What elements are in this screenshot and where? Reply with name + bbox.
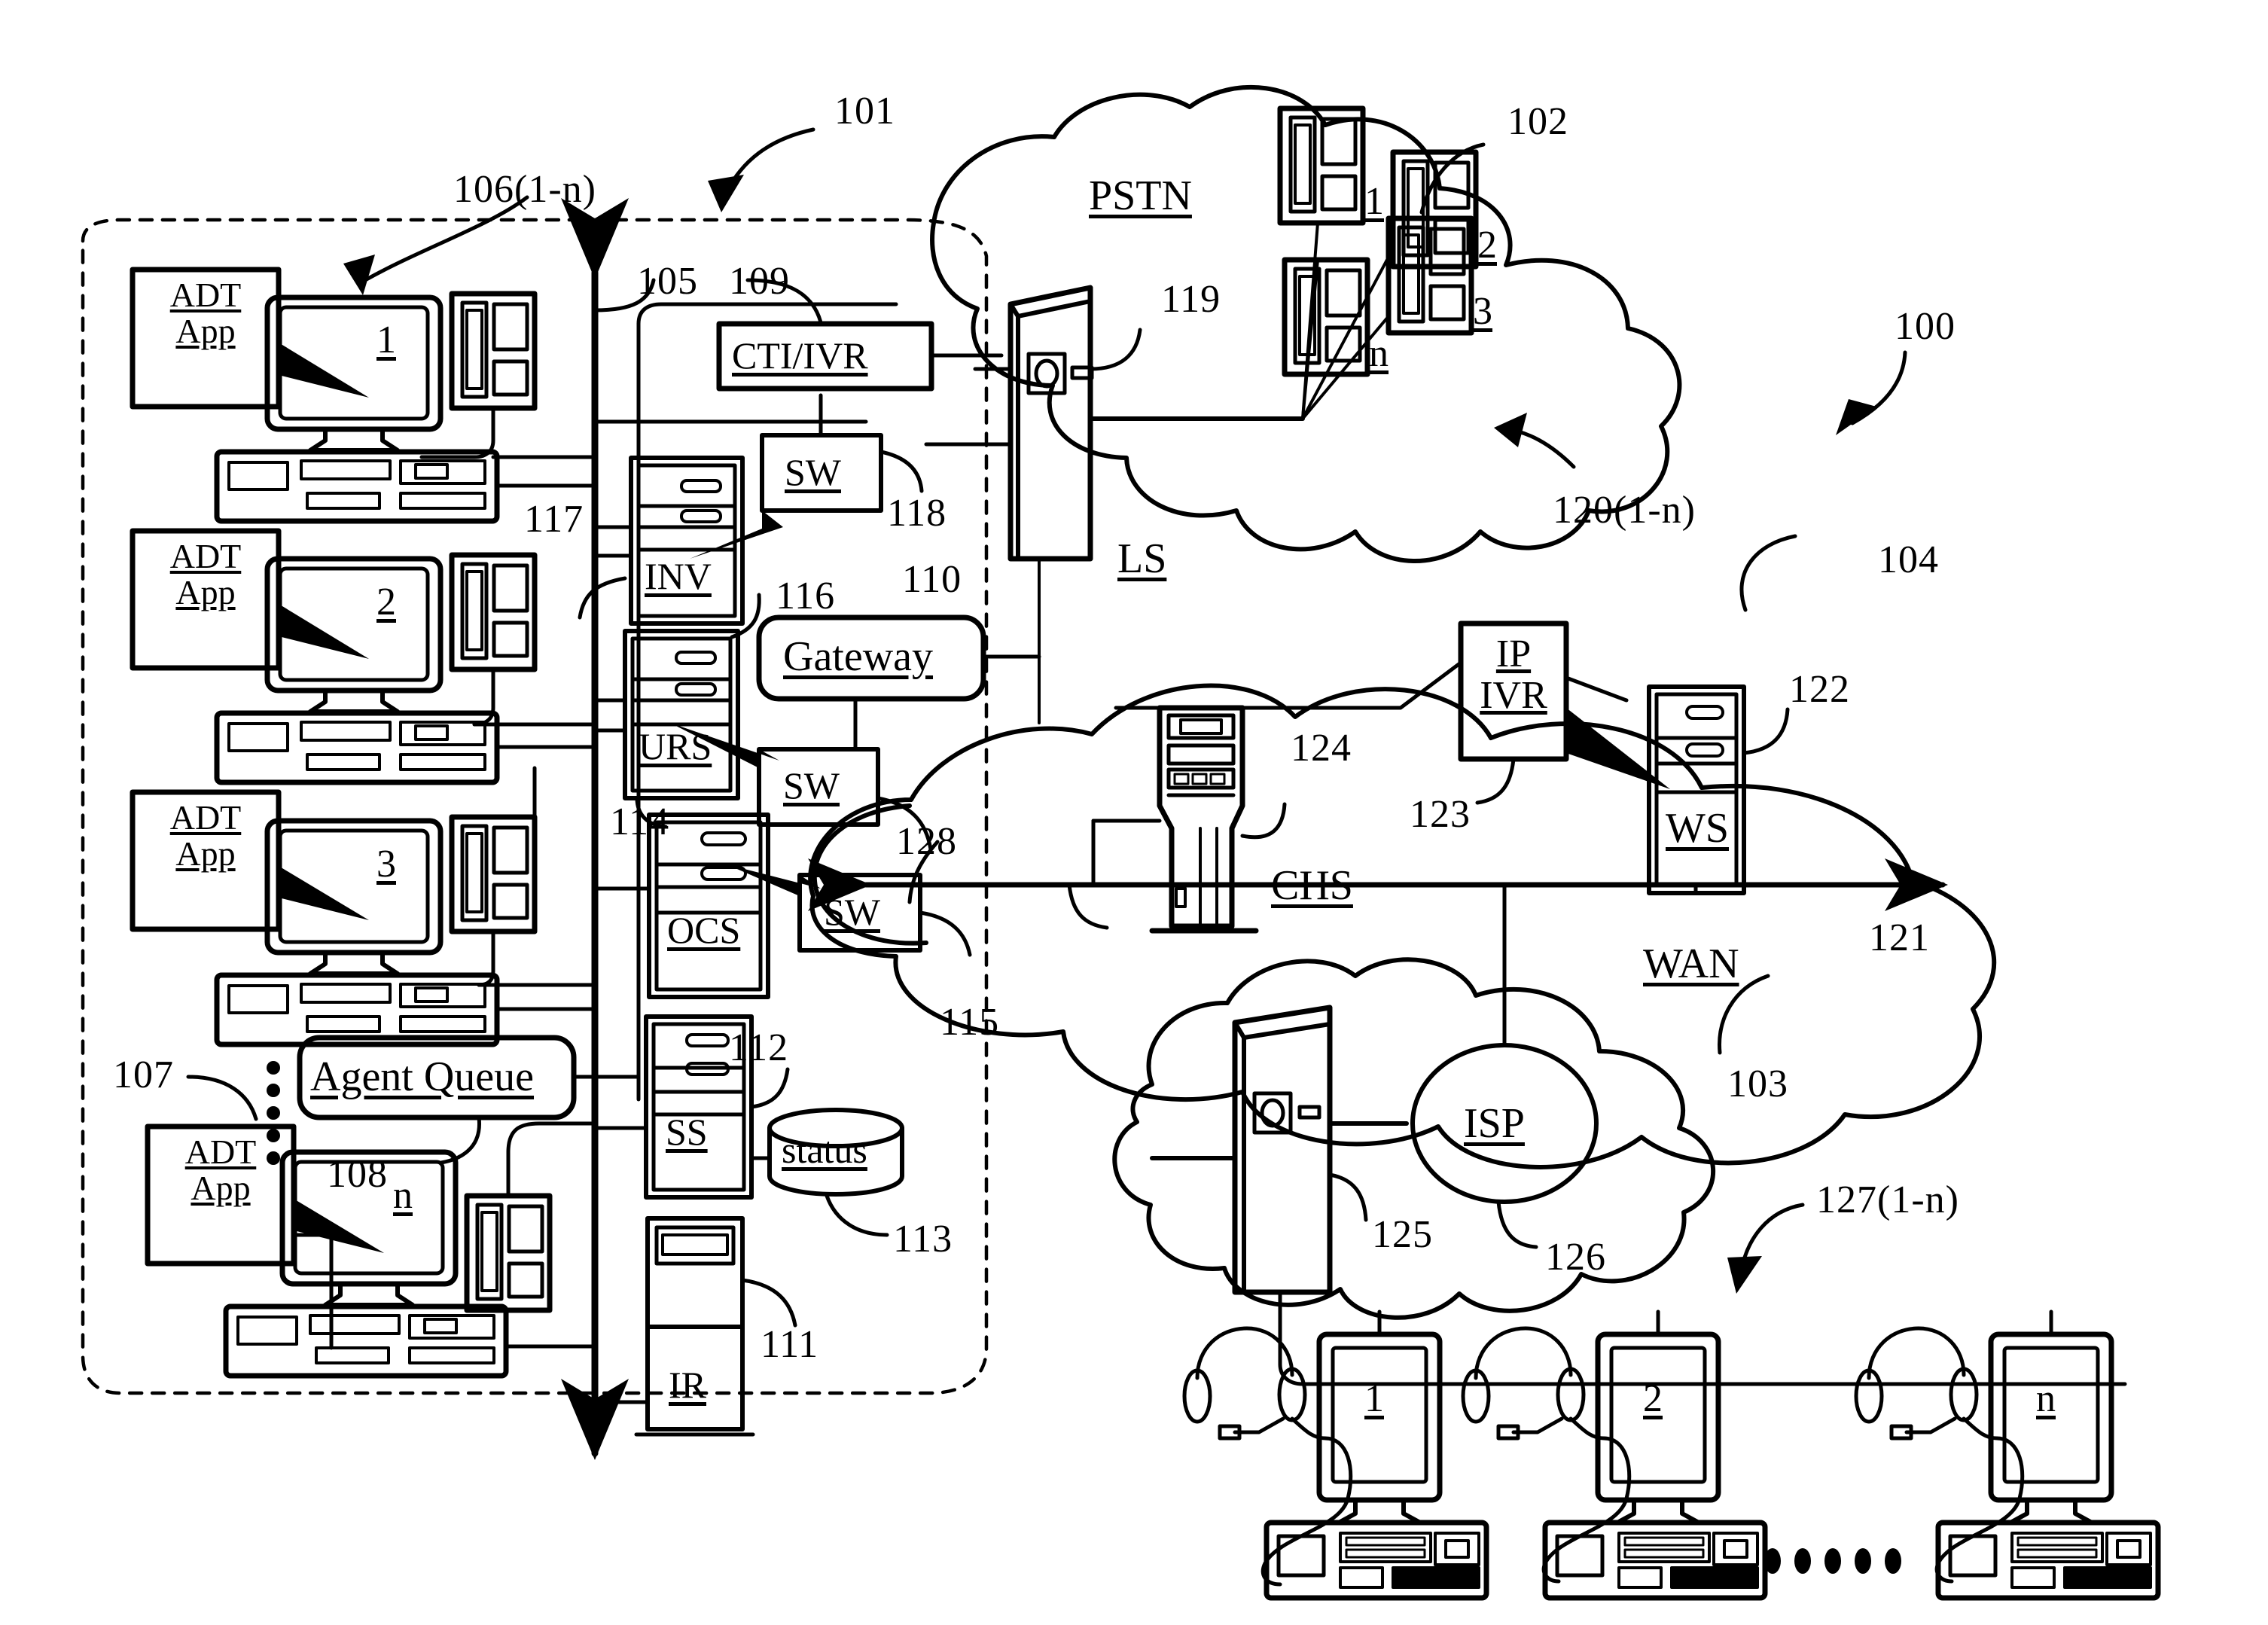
server-inv-label[interactable]: INV (645, 554, 712, 598)
ip-ivr-label-2[interactable]: IVR (1480, 674, 1547, 717)
ref-104-wan: 104 (1878, 538, 1939, 581)
chs-label[interactable]: CHS (1271, 861, 1353, 910)
patent-figure-sheet: 101 100 106(1-n) 105 109 107 108 ADT App… (0, 0, 2268, 1625)
ref-112-ocs: 112 (729, 1026, 789, 1069)
ref-119-ls: 119 (1161, 278, 1221, 321)
ref-116-gateway: 116 (776, 575, 836, 617)
client-screen-number-2: 2 (1643, 1377, 1663, 1420)
adt-app-callout-1: ADT App (140, 276, 271, 351)
ref-105-bus: 105 (637, 260, 698, 303)
agent-screen-number-3: 3 (376, 843, 396, 886)
ref-100: 100 (1895, 305, 1956, 348)
ref-101: 101 (834, 90, 895, 133)
switch-sw-low-label[interactable]: SW (824, 890, 880, 934)
ws-label[interactable]: WS (1666, 804, 1729, 852)
ref-107: 107 (113, 1053, 174, 1096)
ref-106-1-n: 106(1-n) (453, 168, 596, 211)
ref-122-ws: 122 (1789, 668, 1850, 711)
adt-label-na: ADT (184, 1133, 257, 1171)
adt-label-3a: ADT (169, 798, 242, 837)
adt-app-callout-3: ADT App (140, 798, 271, 873)
switch-sw-top-label[interactable]: SW (785, 450, 841, 494)
ref-126-isp: 126 (1545, 1236, 1606, 1279)
pstn-phone-number-1: 1 (1364, 180, 1384, 223)
agent-screen-number-n: n (393, 1174, 413, 1217)
ref-111-ir: 111 (761, 1323, 819, 1366)
server-ss-label[interactable]: SS (666, 1110, 708, 1154)
agent-screen-number-2: 2 (376, 581, 396, 623)
diagram-vector-layer (81, 85, 2161, 1601)
agent-screen-number-1: 1 (376, 319, 396, 361)
ip-ivr-callout: IP IVR (1467, 633, 1560, 717)
isp-label[interactable]: ISP (1464, 1099, 1525, 1148)
ref-125-edge-server: 125 (1372, 1213, 1433, 1256)
adt-label-2a: ADT (169, 537, 242, 575)
client-screen-number-1: 1 (1364, 1377, 1384, 1420)
pstn-phone-number-3: 3 (1473, 290, 1492, 333)
ref-120-phones: 120(1-n) (1553, 489, 1696, 532)
server-ir-label[interactable]: IR (669, 1363, 706, 1407)
ref-128-link: 128 (896, 820, 957, 863)
ref-114-urs: 114 (610, 800, 670, 843)
adt-label-1b: App (175, 312, 236, 351)
ref-121-wan-bus: 121 (1869, 916, 1930, 959)
client-screen-number-n: n (2036, 1377, 2056, 1420)
ref-110-gateway-link: 110 (902, 558, 962, 601)
ref-127-clients: 127(1-n) (1816, 1178, 1959, 1221)
server-urs-label[interactable]: URS (639, 724, 712, 768)
ref-123-ip-ivr: 123 (1410, 793, 1471, 836)
pstn-cloud-label: PSTN (1089, 172, 1192, 219)
ref-113-status: 113 (893, 1218, 953, 1261)
agent-queue-label[interactable]: Agent Queue (310, 1053, 534, 1101)
ref-117-inv: 117 (524, 498, 584, 541)
ref-103-internet: 103 (1727, 1062, 1788, 1105)
adt-label-1a: ADT (169, 276, 242, 314)
adt-app-callout-2: ADT App (140, 538, 271, 611)
ref-109-cti: 109 (729, 260, 790, 303)
cti-ivr-label[interactable]: CTI/IVR (732, 334, 868, 377)
switch-sw-mid-label[interactable]: SW (783, 764, 840, 807)
ref-108: 108 (327, 1153, 388, 1196)
ip-ivr-label-1[interactable]: IP (1496, 633, 1531, 675)
ref-102-pstn: 102 (1507, 100, 1568, 143)
server-ocs-label[interactable]: OCS (667, 908, 740, 952)
adt-label-nb: App (191, 1169, 251, 1208)
local-switch-label[interactable]: LS (1117, 535, 1166, 583)
pstn-phone-number-2: 2 (1477, 224, 1497, 267)
adt-label-2b: App (175, 573, 236, 612)
ref-118-sw: 118 (887, 492, 947, 535)
status-db-label[interactable]: status (782, 1128, 867, 1172)
pstn-phone-number-n: n (1369, 332, 1389, 375)
ref-115-sw: 115 (940, 1001, 1000, 1044)
adt-app-callout-n: ADT App (155, 1133, 286, 1208)
gateway-label[interactable]: Gateway (783, 633, 933, 681)
adt-label-3b: App (175, 834, 236, 873)
wan-cloud-label: WAN (1643, 941, 1739, 987)
ref-124-chs: 124 (1291, 727, 1352, 770)
